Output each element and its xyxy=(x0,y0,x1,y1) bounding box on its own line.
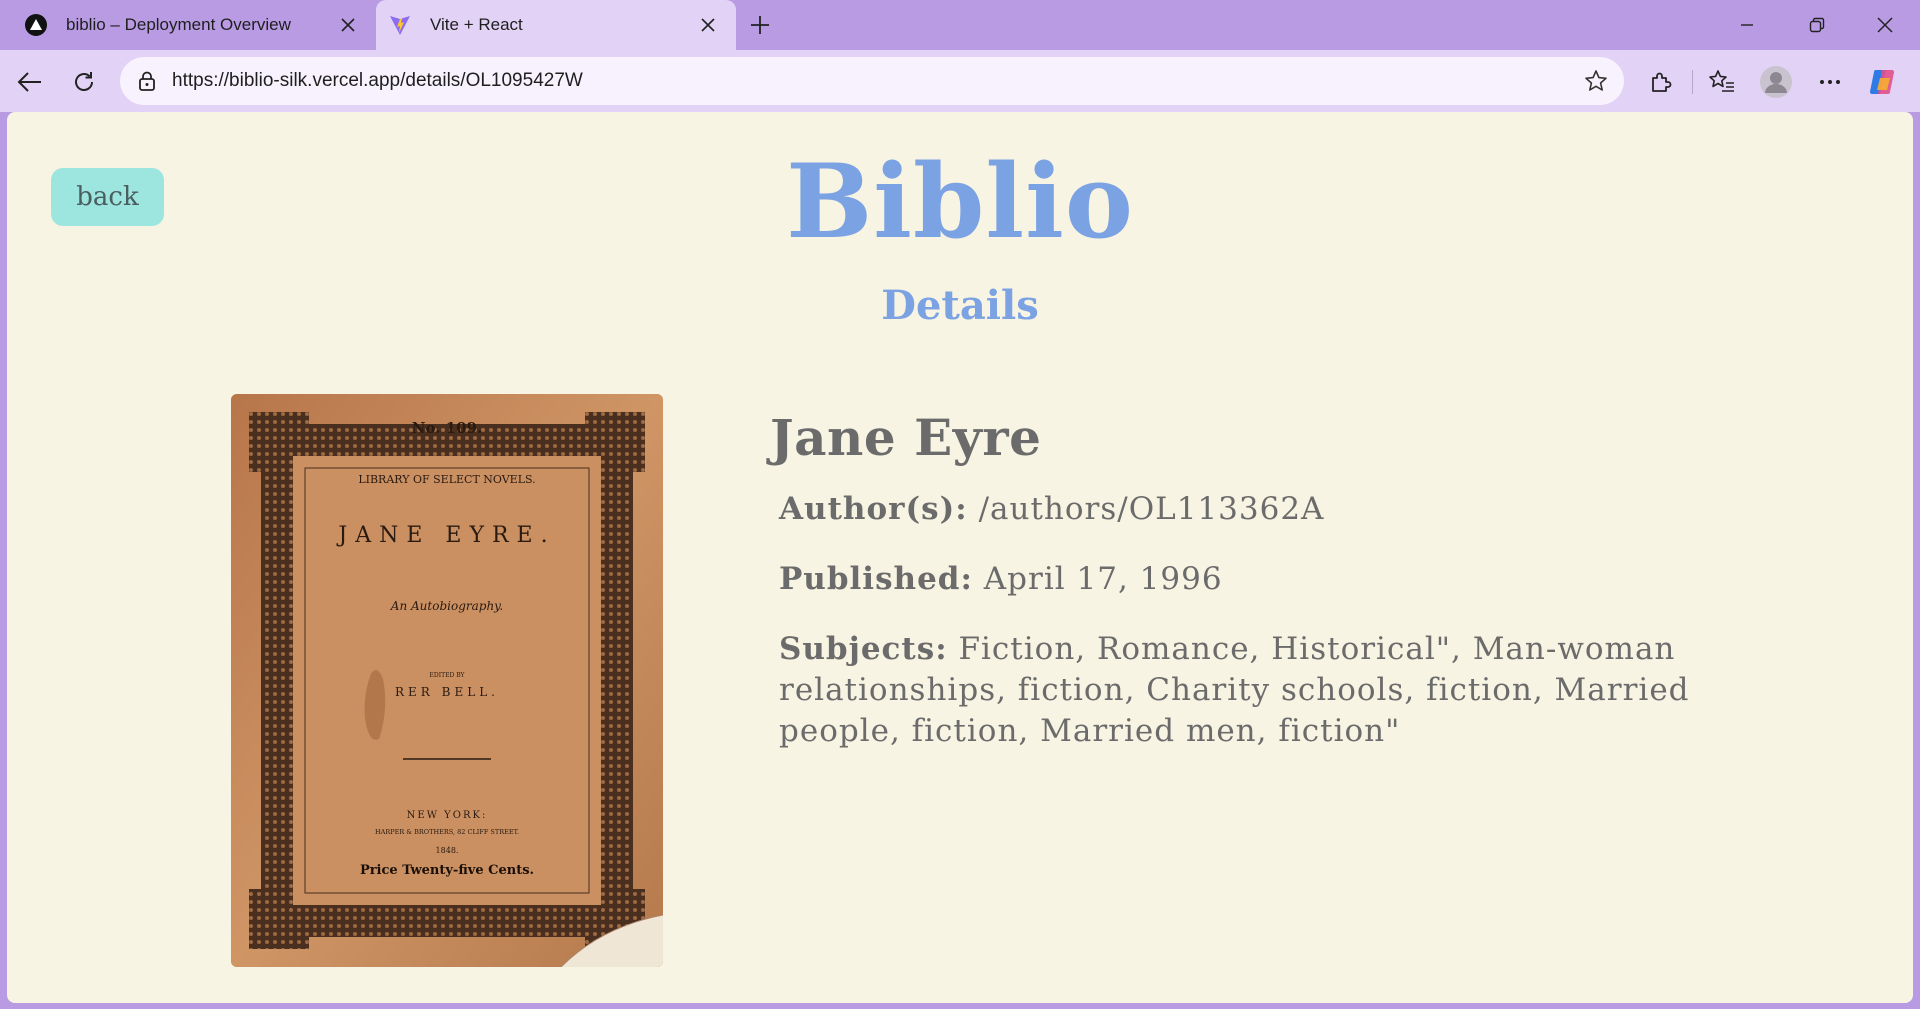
favorite-star-icon[interactable] xyxy=(1576,61,1616,101)
author-row: Author(s): /authors/OL113362A xyxy=(779,489,1770,530)
favorites-icon xyxy=(1709,70,1734,92)
tab-deployment-overview[interactable]: biblio – Deployment Overview xyxy=(0,0,376,50)
close-tab-icon[interactable] xyxy=(694,11,722,39)
cover-year: 1848. xyxy=(436,846,459,855)
vite-icon xyxy=(388,13,412,37)
author-value: /authors/OL113362A xyxy=(978,491,1325,527)
cover-publisher: HARPER & BROTHERS, 82 CLIFF STREET. xyxy=(375,828,519,836)
cover-editor: RER BELL. xyxy=(395,685,499,699)
cover-title: JANE EYRE. xyxy=(336,523,555,548)
cover-series: LIBRARY OF SELECT NOVELS. xyxy=(358,473,535,486)
back-nav-button[interactable] xyxy=(10,62,50,102)
restore-icon xyxy=(1809,17,1825,33)
settings-menu-button[interactable] xyxy=(1810,62,1850,102)
cover-number: No. 109. xyxy=(412,419,482,437)
browser-toolbar: https://biblio-silk.vercel.app/details/O… xyxy=(0,50,1920,112)
book-details: Jane Eyre Author(s): /authors/OL113362A … xyxy=(770,394,1770,781)
plus-icon xyxy=(751,16,769,34)
tab-vite-react[interactable]: Vite + React xyxy=(376,0,736,50)
page-subtitle: Details xyxy=(881,282,1039,329)
book-title: Jane Eyre xyxy=(770,408,1042,467)
profile-button[interactable] xyxy=(1756,62,1796,102)
site-title: Biblio xyxy=(786,142,1134,262)
cover-edited-by: EDITED BY xyxy=(430,672,466,679)
book-cover-image: No. 109. LIBRARY OF SELECT NOVELS. JANE … xyxy=(231,394,663,967)
close-icon xyxy=(1877,17,1893,33)
restore-button[interactable] xyxy=(1782,0,1852,50)
tab-strip: biblio – Deployment Overview Vite + Reac… xyxy=(0,0,1920,50)
lock-icon xyxy=(134,68,160,94)
cover-price: Price Twenty-five Cents. xyxy=(360,863,534,878)
vercel-icon xyxy=(24,13,48,37)
subjects-label: Subjects: xyxy=(779,631,948,667)
reload-button[interactable] xyxy=(64,62,104,102)
minimize-button[interactable] xyxy=(1712,0,1782,50)
avatar-icon xyxy=(1760,66,1792,98)
arrow-left-icon xyxy=(17,72,41,92)
subjects-row: Subjects: Fiction, Romance, Historical",… xyxy=(779,629,1770,752)
url-text: https://biblio-silk.vercel.app/details/O… xyxy=(172,70,583,91)
cover-subtitle: An Autobiography. xyxy=(390,599,503,613)
cover-city: NEW YORK: xyxy=(407,810,488,821)
toolbar-separator xyxy=(1692,70,1693,94)
author-label: Author(s): xyxy=(779,491,968,527)
close-tab-icon[interactable] xyxy=(334,11,362,39)
tab-title: Vite + React xyxy=(430,15,523,34)
page-viewport: back Biblio Details No. 109. LIBRARY OF … xyxy=(7,112,1913,1003)
close-window-button[interactable] xyxy=(1850,0,1920,50)
copilot-icon xyxy=(1869,69,1895,95)
tab-title: biblio – Deployment Overview xyxy=(66,15,291,34)
address-bar[interactable]: https://biblio-silk.vercel.app/details/O… xyxy=(120,57,1624,105)
extensions-button[interactable] xyxy=(1641,62,1681,102)
minimize-icon xyxy=(1741,24,1753,26)
new-tab-button[interactable] xyxy=(742,7,778,43)
copilot-button[interactable] xyxy=(1864,62,1904,102)
more-icon xyxy=(1820,80,1840,84)
published-value: April 17, 1996 xyxy=(983,561,1223,597)
reload-icon xyxy=(75,72,93,91)
published-row: Published: April 17, 1996 xyxy=(779,559,1770,600)
puzzle-icon xyxy=(1652,72,1672,92)
favorites-button[interactable] xyxy=(1702,62,1742,102)
published-label: Published: xyxy=(779,561,973,597)
